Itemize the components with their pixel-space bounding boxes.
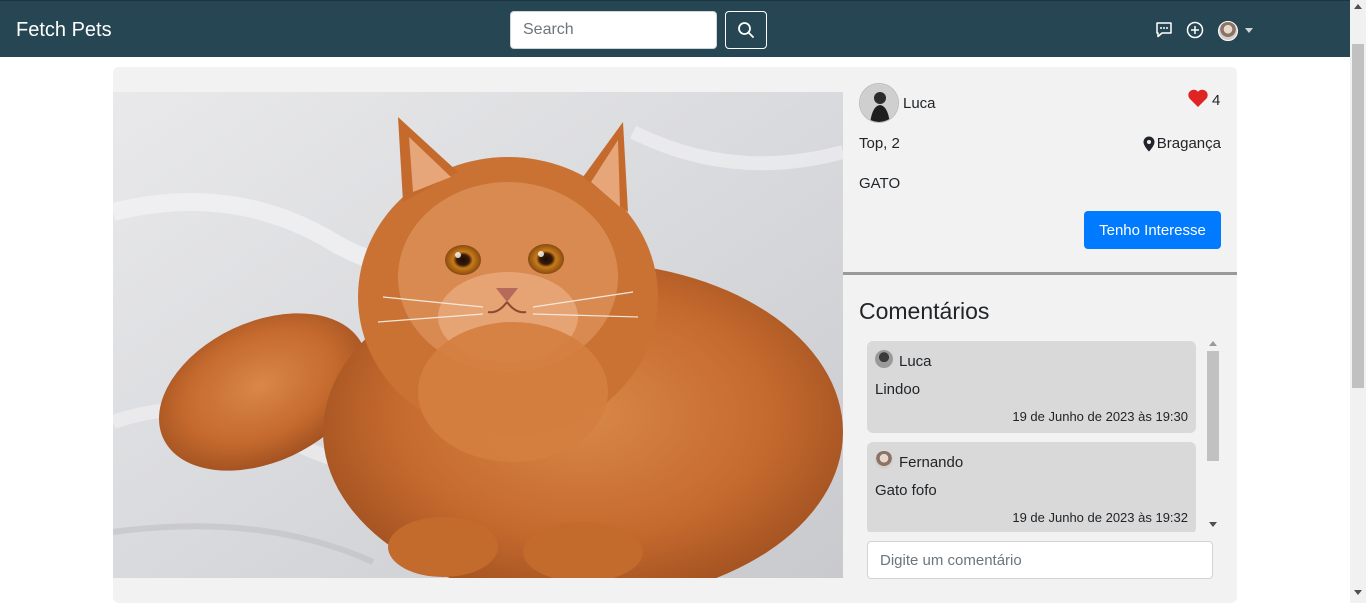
brand-logo[interactable]: Fetch Pets <box>16 19 112 42</box>
comments-scroll-down[interactable] <box>1209 522 1217 527</box>
post-card: Luca 4 Top, 2 Bragança GATO Tenho Intere… <box>113 67 1237 603</box>
pet-photo <box>113 92 843 578</box>
user-avatar[interactable] <box>1218 21 1238 41</box>
search-icon <box>738 22 754 38</box>
comment-avatar <box>875 451 893 469</box>
page-scrollbar[interactable] <box>1350 0 1366 603</box>
comments-scrollbar[interactable] <box>1206 341 1220 532</box>
owner-name[interactable]: Luca <box>903 95 936 112</box>
caret-down-icon[interactable] <box>1245 28 1253 33</box>
comment-input[interactable] <box>867 541 1213 579</box>
heart-icon[interactable] <box>1187 88 1209 108</box>
comment-author: Luca <box>899 353 932 370</box>
add-circle-icon[interactable] <box>1185 20 1205 40</box>
search-button[interactable] <box>725 11 767 49</box>
scroll-up-arrow[interactable] <box>1354 4 1362 9</box>
scroll-thumb[interactable] <box>1352 44 1364 388</box>
comments-list[interactable]: Luca Lindoo 19 de Junho de 2023 às 19:30… <box>867 341 1200 532</box>
owner-avatar[interactable] <box>859 83 899 123</box>
location: Bragança <box>1143 135 1221 152</box>
scroll-down-arrow[interactable] <box>1354 590 1362 595</box>
location-text: Bragança <box>1156 135 1221 152</box>
comment-text: Lindoo <box>875 381 921 398</box>
interest-button[interactable]: Tenho Interesse <box>1084 211 1221 249</box>
species: GATO <box>859 175 901 192</box>
comments-scroll-up[interactable] <box>1209 341 1217 346</box>
chat-icon[interactable] <box>1154 20 1174 40</box>
comment-item: Fernando Gato fofo 19 de Junho de 2023 à… <box>867 442 1196 532</box>
search-input[interactable] <box>510 11 717 49</box>
comment-author: Fernando <box>899 454 964 471</box>
comment-text: Gato fofo <box>875 482 937 499</box>
comment-avatar <box>875 350 893 368</box>
map-pin-icon <box>1143 136 1155 151</box>
comment-item: Luca Lindoo 19 de Junho de 2023 às 19:30 <box>867 341 1196 433</box>
comments-scroll-thumb[interactable] <box>1207 351 1219 461</box>
pet-name-age: Top, 2 <box>859 135 900 152</box>
comment-date: 19 de Junho de 2023 às 19:32 <box>1012 510 1188 525</box>
likes-count: 4 <box>1212 92 1221 109</box>
top-navbar: Fetch Pets <box>0 0 1350 57</box>
section-divider <box>843 272 1237 275</box>
comments-title: Comentários <box>859 298 990 324</box>
comment-date: 19 de Junho de 2023 às 19:30 <box>1012 409 1188 424</box>
